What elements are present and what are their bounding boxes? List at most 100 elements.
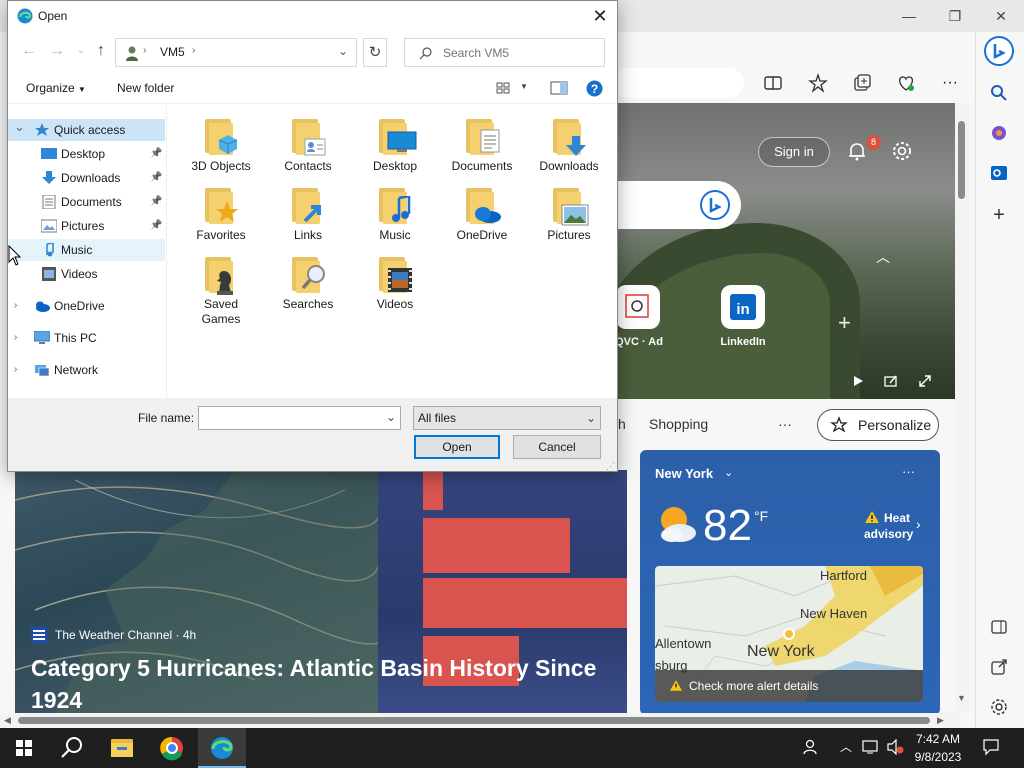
news-card[interactable]: The Weather Channel · 4h Category 5 Hurr… [15,470,627,715]
search-taskbar-icon[interactable] [48,728,96,768]
folder-saved-games[interactable]: Saved Games [178,249,264,326]
outlook-icon[interactable] [988,162,1010,184]
dialog-close-button[interactable]: ✕ [588,5,612,27]
recent-locations-icon[interactable]: ⌄ [72,42,90,60]
city-chevron-icon[interactable]: ⌄ [724,466,733,479]
restore-button[interactable]: ❐ [932,4,978,28]
address-bar[interactable] [612,68,744,98]
folder-videos[interactable]: Videos [352,249,438,317]
folder-documents[interactable]: Documents [439,111,525,179]
preview-pane-icon[interactable] [550,81,568,95]
resize-grip-icon[interactable]: ⋰ [606,461,615,472]
alert-details-bar[interactable]: Check more alert details [655,670,923,702]
favorites-icon[interactable] [807,72,829,94]
settings-icon[interactable] [988,696,1010,718]
scroll-left-icon[interactable]: ◀ [4,715,11,726]
tree-item-documents[interactable]: Documents 📌 [8,191,165,213]
news-source[interactable]: The Weather Channel · 4h [55,628,196,642]
horizontal-scrollbar[interactable]: ◀ ▶ [0,713,960,727]
network-status-icon[interactable] [862,739,880,755]
weather-unit[interactable]: °F [754,508,768,524]
search-input[interactable] [443,45,593,61]
breadcrumb-path[interactable]: VM5 [160,45,185,59]
heat-advisory-line1[interactable]: Heat [884,511,910,525]
folder-searches[interactable]: Searches [265,249,351,317]
browser-essentials-icon[interactable] [895,72,917,94]
nav-item-shopping[interactable]: Shopping [649,416,708,432]
folder-search-box[interactable] [404,38,605,67]
view-dropdown-icon[interactable]: ▼ [520,82,528,91]
nav-item-partial[interactable]: h [618,416,626,432]
tree-item-this-pc[interactable]: › This PC [8,327,165,349]
web-search-box[interactable] [600,181,741,229]
quick-link-qvc[interactable] [616,285,660,329]
more-options-icon[interactable]: ··· [939,72,961,94]
page-settings-gear-icon[interactable] [890,139,914,163]
bing-copilot-icon[interactable] [984,36,1014,66]
sidebar-toggle-icon[interactable] [988,616,1010,638]
add-icon[interactable]: + [988,204,1010,226]
breadcrumb-dropdown-icon[interactable]: ⌄ [338,44,348,58]
external-link-icon[interactable] [988,656,1010,678]
up-arrow-icon[interactable]: ↑ [92,42,110,60]
search-icon[interactable] [988,82,1010,104]
chrome-icon[interactable] [148,728,196,768]
expand-chevron-icon[interactable]: › [14,295,17,317]
quick-link-linkedin[interactable]: in [721,285,765,329]
vertical-scrollbar[interactable]: ▼ [955,103,969,713]
vertical-scroll-thumb[interactable] [958,121,965,199]
heat-advisory-line2[interactable]: advisory [864,527,913,541]
organize-menu[interactable]: Organize ▼ [26,81,86,95]
tree-item-videos[interactable]: Videos [8,263,165,285]
file-type-dropdown-icon[interactable]: ⌄ [586,407,596,429]
tree-item-downloads[interactable]: Downloads 📌 [8,167,165,189]
forward-arrow-icon[interactable]: → [48,42,66,60]
open-button[interactable]: Open [414,435,500,459]
play-icon[interactable] [851,374,865,388]
expand-chevron-icon[interactable]: › [14,359,17,381]
copilot-app-icon[interactable] [988,122,1010,144]
tree-item-onedrive[interactable]: › OneDrive [8,295,165,317]
edit-background-icon[interactable] [884,374,898,388]
system-clock[interactable]: 7:42 AM 9/8/2023 [910,730,966,766]
action-center-icon[interactable] [982,738,1000,756]
folder-music[interactable]: Music [352,180,438,248]
collapse-chevron-icon[interactable]: ︿ [876,247,890,267]
folder-3d-objects[interactable]: 3D Objects [178,111,264,179]
start-button[interactable] [0,728,48,768]
dialog-titlebar[interactable]: Open ✕ [8,1,617,32]
file-type-select[interactable]: All files ⌄ [413,406,601,430]
folder-desktop[interactable]: Desktop [352,111,438,179]
notifications-bell-icon[interactable] [846,140,868,162]
breadcrumb-separator-icon[interactable]: › [192,45,195,56]
weather-city[interactable]: New York [655,466,713,481]
tree-item-quick-access[interactable]: ⌄ Quick access [8,119,165,141]
file-name-dropdown-icon[interactable]: ⌄ [386,410,396,424]
folder-pictures[interactable]: Pictures [526,180,612,248]
refresh-button[interactable]: ↻ [363,38,387,67]
nav-more-button[interactable]: ··· [778,416,792,432]
news-headline[interactable]: Category 5 Hurricanes: Atlantic Basin Hi… [31,652,621,715]
collapse-chevron-icon[interactable]: ⌄ [14,116,25,138]
browser-close-button[interactable]: ✕ [978,4,1024,28]
weather-alert-map[interactable]: Hartford New Haven Allentown New York sb… [655,566,923,702]
folder-contacts[interactable]: Contacts [265,111,351,179]
help-icon[interactable]: ? [586,80,603,97]
weather-more-button[interactable]: ··· [902,464,915,479]
back-arrow-icon[interactable]: ← [20,42,38,60]
sign-in-button[interactable]: Sign in [758,137,830,167]
folder-favorites[interactable]: Favorites [178,180,264,248]
expand-chevron-icon[interactable]: › [14,327,17,349]
pane-divider[interactable] [166,105,167,399]
view-options-icon[interactable] [496,81,510,95]
tree-item-network[interactable]: › Network [8,359,165,381]
cancel-button[interactable]: Cancel [513,435,601,459]
minimize-button[interactable]: — [886,4,932,28]
file-name-input[interactable]: ⌄ [198,406,401,430]
folder-links[interactable]: Links [265,180,351,248]
tree-item-desktop[interactable]: Desktop 📌 [8,143,165,165]
weather-card[interactable]: New York ⌄ ··· 82 °F Heat advisory › Har… [640,450,940,715]
people-icon[interactable] [802,738,820,756]
show-hidden-icons-icon[interactable]: ︿ [840,738,852,755]
horizontal-scroll-thumb[interactable] [18,717,930,724]
